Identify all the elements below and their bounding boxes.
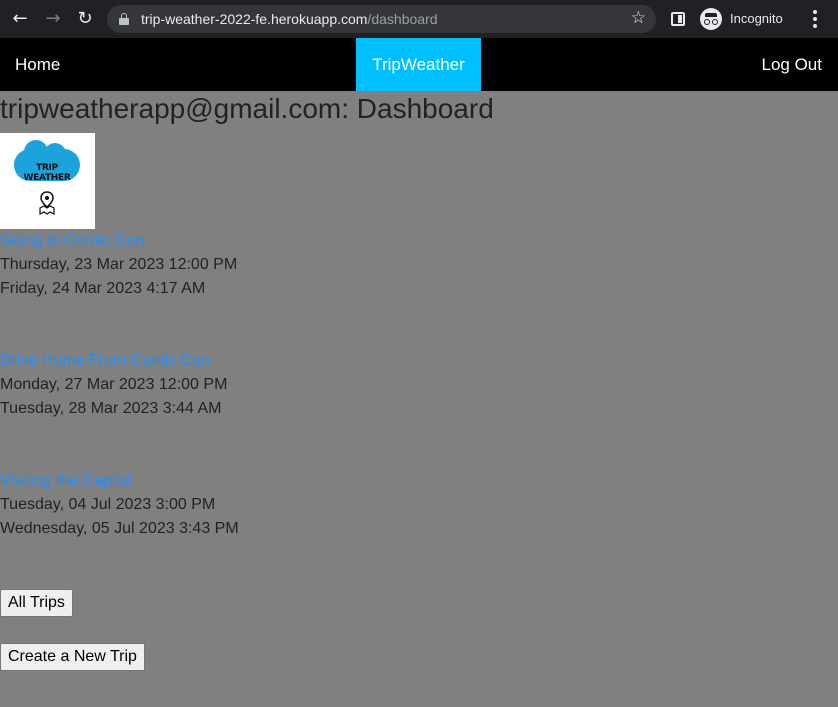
bookmark-star-icon[interactable]: ☆ bbox=[631, 8, 646, 28]
trip-weather-logo: TRIP WEATHER bbox=[0, 133, 95, 229]
trip-item: Visiting the Capitol Tuesday, 04 Jul 202… bbox=[0, 469, 239, 541]
url-path: /dashboard bbox=[367, 11, 438, 27]
nav-home-link[interactable]: Home bbox=[15, 55, 60, 75]
site-navbar: Home TripWeather Log Out bbox=[0, 38, 838, 91]
browser-menu-icon[interactable] bbox=[810, 9, 820, 29]
create-trip-button[interactable]: Create a New Trip bbox=[0, 643, 145, 671]
all-trips-button[interactable]: All Trips bbox=[0, 589, 73, 617]
lock-icon bbox=[119, 13, 129, 25]
trip-start: Monday, 27 Mar 2023 12:00 PM bbox=[0, 376, 228, 393]
trip-start: Thursday, 23 Mar 2023 12:00 PM bbox=[0, 256, 238, 273]
forward-arrow-icon[interactable]: → bbox=[43, 9, 63, 29]
page-title: tripweatherapp@gmail.com: Dashboard bbox=[0, 93, 494, 124]
browser-toolbar: ← → ↻ trip-weather-2022-fe.herokuapp.com… bbox=[0, 0, 838, 38]
trip-item: Drive Home From Comic Con Monday, 27 Mar… bbox=[0, 349, 227, 421]
reload-icon[interactable]: ↻ bbox=[75, 9, 95, 29]
incognito-icon[interactable] bbox=[700, 8, 722, 30]
incognito-label[interactable]: Incognito bbox=[730, 11, 783, 26]
trip-link[interactable]: Visiting the Capitol bbox=[0, 469, 239, 493]
trip-item: Going to Comic Con Thursday, 23 Mar 2023… bbox=[0, 229, 237, 301]
trip-start: Tuesday, 04 Jul 2023 3:00 PM bbox=[0, 496, 216, 513]
trip-link[interactable]: Drive Home From Comic Con bbox=[0, 349, 227, 373]
map-pin-icon bbox=[39, 191, 55, 215]
nav-brand-link[interactable]: TripWeather bbox=[356, 38, 481, 91]
trip-end: Friday, 24 Mar 2023 4:17 AM bbox=[0, 280, 206, 297]
url-text: trip-weather-2022-fe.herokuapp.com/dashb… bbox=[141, 11, 438, 27]
nav-logout-link[interactable]: Log Out bbox=[762, 55, 823, 75]
logo-text: TRIP WEATHER bbox=[23, 163, 71, 183]
trip-end: Tuesday, 28 Mar 2023 3:44 AM bbox=[0, 400, 222, 417]
address-bar[interactable]: trip-weather-2022-fe.herokuapp.com/dashb… bbox=[107, 5, 656, 33]
side-panel-icon[interactable] bbox=[671, 12, 685, 26]
url-host: trip-weather-2022-fe.herokuapp.com bbox=[141, 11, 368, 27]
trip-end: Wednesday, 05 Jul 2023 3:43 PM bbox=[0, 520, 239, 537]
trip-link[interactable]: Going to Comic Con bbox=[0, 229, 237, 253]
back-arrow-icon[interactable]: ← bbox=[10, 9, 30, 29]
